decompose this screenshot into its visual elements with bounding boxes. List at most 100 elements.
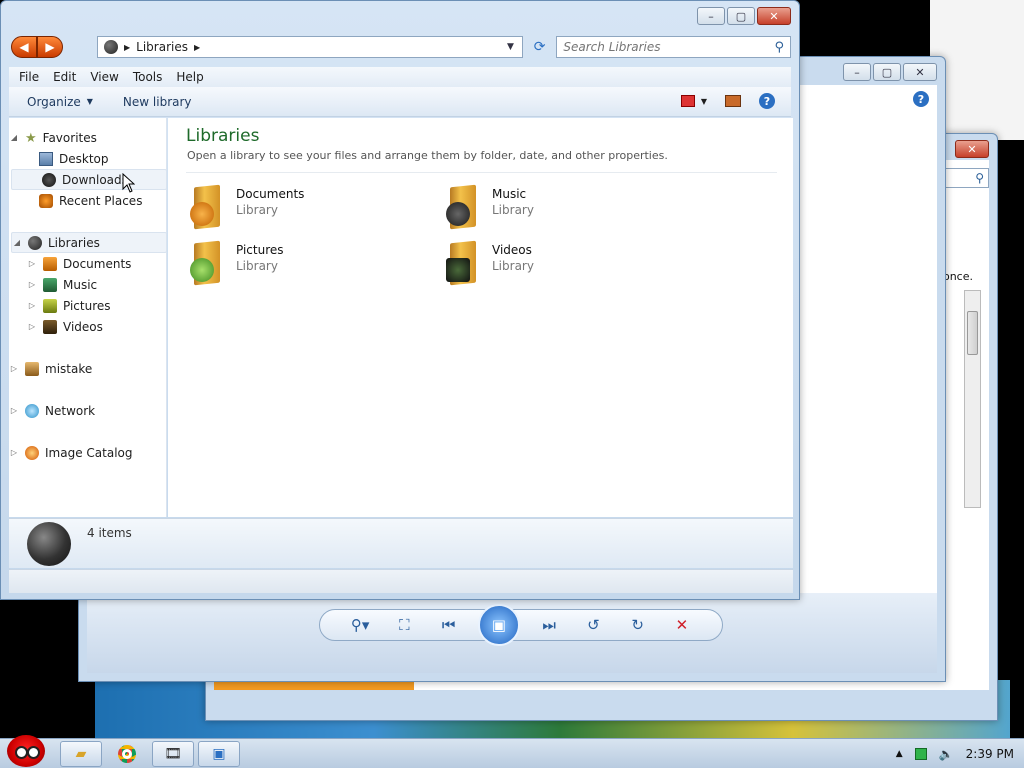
menu-edit[interactable]: Edit	[53, 70, 76, 84]
preview-pane-icon[interactable]	[725, 95, 741, 107]
network-status-icon[interactable]	[914, 748, 927, 760]
slideshow-icon[interactable]: ▣	[477, 604, 520, 646]
nav-documents[interactable]: ▷ Documents	[9, 253, 165, 274]
nav-libraries[interactable]: ◢ Libraries	[11, 232, 167, 253]
nav-label: mistake	[45, 361, 93, 376]
chevron-down-icon: ▼	[86, 97, 93, 106]
expanded-arrow-icon[interactable]: ◢	[9, 133, 19, 142]
collapsed-arrow-icon[interactable]: ▷	[27, 259, 37, 268]
menu-tools[interactable]: Tools	[133, 70, 163, 84]
address-dropdown-icon[interactable]: ▼	[507, 42, 514, 52]
nav-label: Image Catalog	[45, 445, 133, 460]
collapsed-arrow-icon[interactable]: ▷	[9, 364, 19, 373]
page-description: Open a library to see your files and arr…	[187, 149, 668, 162]
refresh-icon[interactable]: ⟳	[529, 36, 550, 58]
nav-network[interactable]: ▷ Network	[9, 400, 165, 421]
nav-label: Videos	[63, 319, 103, 334]
nav-music[interactable]: ▷ Music	[9, 274, 165, 295]
help-icon[interactable]: ?	[913, 91, 929, 107]
back-button[interactable]: ◀	[11, 36, 37, 58]
menu-view[interactable]: View	[90, 70, 118, 84]
libraries-icon	[104, 40, 118, 54]
close-button[interactable]: ✕	[903, 63, 937, 81]
collapsed-arrow-icon[interactable]: ▷	[9, 448, 19, 457]
taskbar-photo-viewer-button[interactable]: ▣	[198, 741, 240, 767]
window-3-scrollbar[interactable]	[964, 290, 981, 508]
breadcrumb-arrow-icon[interactable]: ▶	[194, 43, 200, 52]
address-row: ◀ ▶ ▶ Libraries ▶ ▼ ⟳ ⚲	[11, 35, 791, 59]
change-view-icon[interactable]	[680, 95, 695, 107]
nav-mistake[interactable]: ▷ mistake	[9, 358, 165, 379]
new-library-label: New library	[122, 94, 192, 109]
menu-bar: File Edit View Tools Help	[9, 67, 791, 87]
command-bar: Organize ▼ New library ▼ ?	[9, 87, 791, 117]
organize-label: Organize	[27, 94, 81, 109]
taskbar-explorer-button[interactable]: ▰	[60, 741, 102, 767]
maximize-button[interactable]: ▢	[727, 7, 755, 25]
nav-videos[interactable]: ▷ Videos	[9, 316, 165, 337]
delete-icon[interactable]: ✕	[667, 613, 697, 637]
collapsed-arrow-icon[interactable]: ▷	[27, 280, 37, 289]
photo-viewer-caption-buttons: – ▢ ✕	[843, 63, 937, 81]
explorer-window[interactable]: – ▢ ✕ ◀ ▶ ▶ Libraries ▶ ▼ ⟳ ⚲ File Edit …	[0, 0, 800, 600]
nav-label: Documents	[63, 256, 132, 271]
nav-label: Pictures	[63, 298, 111, 313]
collapsed-arrow-icon[interactable]: ▷	[27, 301, 37, 310]
menu-help[interactable]: Help	[176, 70, 203, 84]
nav-favorites[interactable]: ◢ ★ Favorites	[9, 127, 165, 148]
organize-button[interactable]: Organize ▼	[27, 95, 93, 109]
taskbar: ▰ 🎞 ▣ ▲ 🔈 2:39 PM	[0, 735, 1024, 768]
navigation-pane: ◢ ★ Favorites Desktop Downloads Recent P…	[9, 118, 167, 517]
breadcrumb-arrow-icon[interactable]: ▶	[124, 43, 130, 52]
help-icon[interactable]: ?	[759, 93, 775, 109]
taskbar-chrome-button[interactable]	[106, 741, 148, 767]
next-icon[interactable]: ⏭	[534, 613, 564, 637]
library-tile-pictures[interactable]: Pictures Library	[188, 240, 408, 290]
search-icon[interactable]: ⚲	[774, 40, 784, 55]
start-button[interactable]	[2, 733, 50, 768]
nav-desktop[interactable]: Desktop	[9, 148, 165, 169]
divider	[186, 172, 777, 173]
minimize-button[interactable]: –	[843, 63, 871, 81]
speaker-icon[interactable]: 🔈	[939, 747, 954, 761]
rotate-left-icon[interactable]: ↺	[578, 613, 608, 637]
fit-window-icon[interactable]: ⛶	[389, 613, 419, 637]
taskbar-app-button[interactable]: 🎞	[152, 741, 194, 767]
explorer-caption-buttons: – ▢ ✕	[697, 7, 791, 25]
address-bar[interactable]: ▶ Libraries ▶ ▼	[97, 36, 523, 58]
forward-button[interactable]: ▶	[37, 36, 63, 58]
breadcrumb-libraries[interactable]: Libraries	[136, 40, 188, 54]
library-tile-videos[interactable]: Videos Library	[444, 240, 664, 290]
close-button[interactable]: ✕	[757, 7, 791, 25]
window-3-close-button[interactable]: ✕	[955, 140, 989, 158]
previous-icon[interactable]: ⏮	[434, 613, 464, 637]
chevron-down-icon[interactable]: ▼	[701, 97, 707, 106]
library-tile-documents[interactable]: Documents Library	[188, 184, 408, 234]
nav-label: Music	[63, 277, 98, 292]
collapsed-arrow-icon[interactable]: ▷	[27, 322, 37, 331]
window-3-search-fragment[interactable]: ⚲	[941, 168, 989, 188]
clock[interactable]: 2:39 PM	[966, 747, 1014, 761]
nav-pictures[interactable]: ▷ Pictures	[9, 295, 165, 316]
videos-icon	[43, 319, 57, 334]
desktop-edge	[1010, 140, 1024, 740]
zoom-icon[interactable]: ⚲▾	[345, 613, 375, 637]
maximize-button[interactable]: ▢	[873, 63, 901, 81]
expanded-arrow-icon[interactable]: ◢	[12, 238, 22, 247]
folder-icon: ▰	[75, 746, 87, 762]
search-input[interactable]	[563, 40, 775, 54]
new-library-button[interactable]: New library	[123, 95, 192, 109]
collapsed-arrow-icon[interactable]: ▷	[9, 406, 19, 415]
tile-name: Videos	[492, 243, 532, 257]
show-hidden-icons-icon[interactable]: ▲	[896, 749, 903, 759]
nav-recent-places[interactable]: Recent Places	[9, 190, 165, 211]
menu-file[interactable]: File	[19, 70, 39, 84]
search-box[interactable]: ⚲	[556, 36, 791, 58]
nav-downloads[interactable]: Downloads	[11, 169, 167, 190]
library-tile-music[interactable]: Music Library	[444, 184, 664, 234]
minimize-button[interactable]: –	[697, 7, 725, 25]
scrollbar-thumb[interactable]	[967, 311, 978, 355]
rotate-right-icon[interactable]: ↻	[623, 613, 653, 637]
nav-image-catalog[interactable]: ▷ Image Catalog	[9, 442, 165, 463]
application-icon: 🎞	[164, 746, 182, 762]
